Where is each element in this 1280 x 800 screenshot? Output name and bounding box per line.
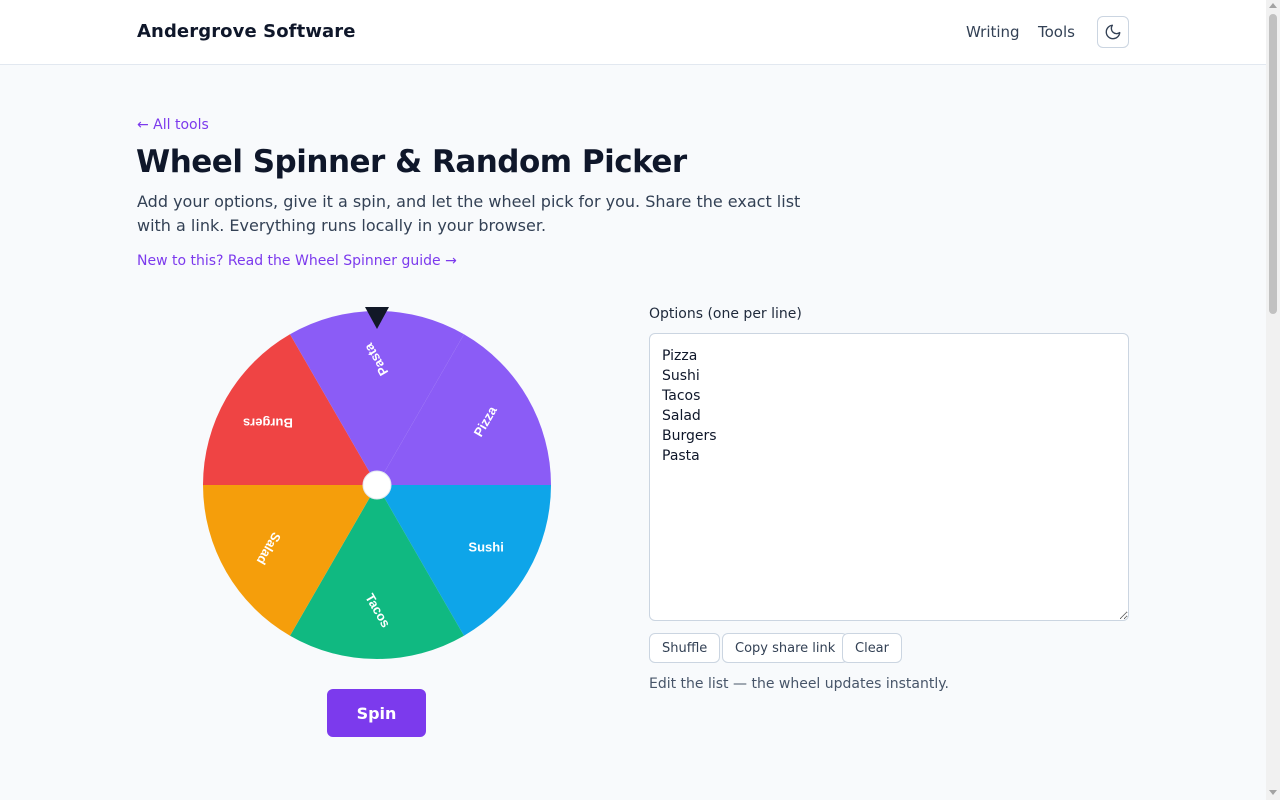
brand-logo[interactable]: Andergrove Software: [137, 21, 356, 42]
shuffle-button[interactable]: Shuffle: [649, 633, 721, 663]
page-scrollbar[interactable]: [1266, 0, 1280, 800]
wheel-label-sushi: Sushi: [468, 539, 503, 554]
guide-link[interactable]: New to this? Read the Wheel Spinner guid…: [137, 253, 457, 269]
wheel-container: Pizza Sushi Tacos Salad Burgers Pasta: [196, 302, 556, 664]
spin-button[interactable]: Spin: [327, 689, 426, 737]
options-hint: Edit the list — the wheel updates instan…: [649, 676, 949, 692]
site-header: Andergrove Software Writing Tools: [0, 0, 1266, 65]
wheel-label-burgers: Burgers: [243, 416, 293, 431]
scroll-up-arrow-icon[interactable]: [1269, 3, 1277, 8]
nav-writing[interactable]: Writing: [966, 23, 1020, 41]
page-title: Wheel Spinner & Random Picker: [136, 144, 687, 180]
all-tools-link[interactable]: ← All tools: [137, 117, 209, 133]
wheel[interactable]: PizzaSushiTacosSaladBurgersPasta: [196, 302, 556, 664]
nav-tools[interactable]: Tools: [1038, 23, 1075, 41]
wheel-hub: [362, 470, 392, 500]
moon-icon: [1105, 24, 1121, 40]
page-subtitle: Add your options, give it a spin, and le…: [137, 192, 801, 235]
clear-button[interactable]: Clear: [842, 633, 902, 663]
scroll-down-arrow-icon[interactable]: [1269, 790, 1277, 795]
scroll-thumb[interactable]: [1269, 14, 1277, 314]
options-textarea[interactable]: Pizza Sushi Tacos Salad Burgers Pasta: [649, 333, 1129, 621]
copy-share-link-button[interactable]: Copy share link: [722, 633, 849, 663]
options-label: Options (one per line): [649, 306, 802, 322]
theme-toggle-button[interactable]: [1097, 16, 1129, 48]
